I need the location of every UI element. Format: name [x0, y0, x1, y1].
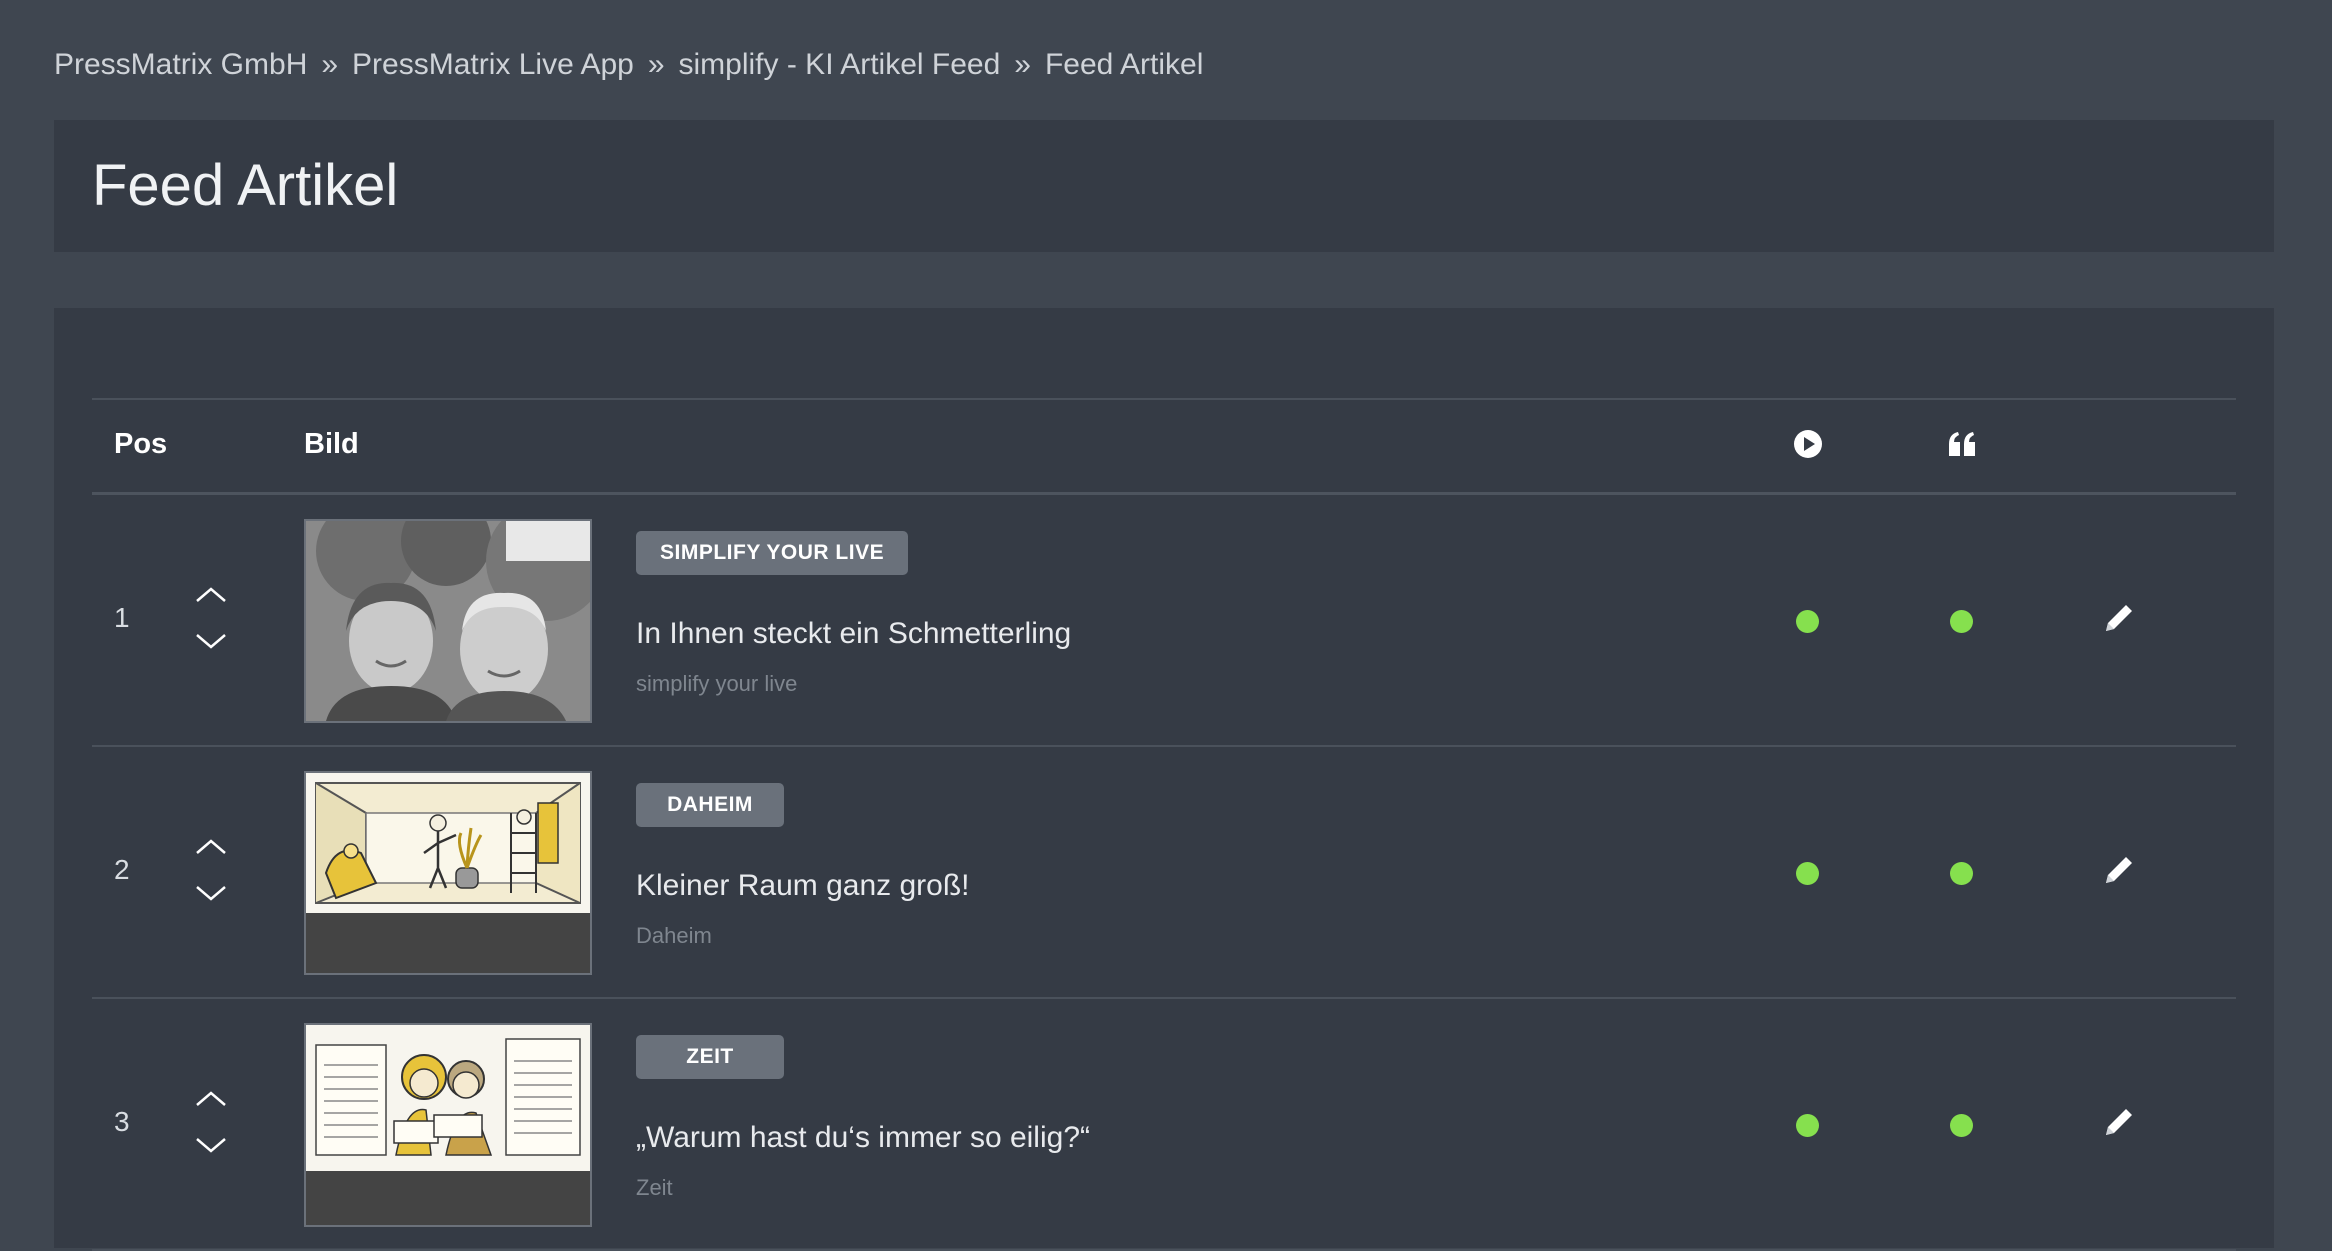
breadcrumb-separator: » — [647, 48, 665, 81]
article-category: Zeit — [636, 1175, 673, 1200]
reorder-controls — [192, 1085, 230, 1173]
pencil-icon[interactable] — [2102, 853, 2136, 887]
articles-table: Pos Bild 1 SIMPLIFY YOUR LIVE In Ihnen s… — [92, 398, 2236, 1251]
video-status-dot — [1796, 862, 1819, 885]
breadcrumb-item-app[interactable]: PressMatrix Live App — [352, 48, 634, 81]
breadcrumb: PressMatrix GmbH » PressMatrix Live App » si… — [54, 48, 1203, 82]
chevron-down-icon[interactable] — [192, 1129, 230, 1159]
illustration-calendars-image — [306, 1025, 590, 1225]
table-row: 1 SIMPLIFY YOUR LIVE In Ihnen steckt ein… — [92, 495, 2236, 747]
articles-panel: Pos Bild 1 SIMPLIFY YOUR LIVE In Ihnen s… — [54, 308, 2274, 1251]
row-position: 3 — [114, 1106, 130, 1137]
table-row: 3 ZEIT „Warum hast du‘s immer so eilig?“… — [92, 999, 2236, 1251]
article-title[interactable]: „Warum hast du‘s immer so eilig?“ — [636, 1121, 1090, 1155]
category-badge: ZEIT — [636, 1035, 784, 1079]
category-badge: DAHEIM — [636, 783, 784, 827]
play-circle-icon — [1794, 430, 1822, 458]
breadcrumb-item-company[interactable]: PressMatrix GmbH — [54, 48, 307, 81]
article-thumbnail[interactable] — [304, 771, 592, 975]
pencil-icon[interactable] — [2102, 1105, 2136, 1139]
illustration-room-image — [306, 773, 590, 973]
article-title[interactable]: Kleiner Raum ganz groß! — [636, 869, 970, 903]
column-header-bild[interactable]: Bild — [304, 428, 359, 461]
row-position: 1 — [114, 602, 130, 633]
breadcrumb-separator: » — [1014, 48, 1031, 81]
reorder-controls — [192, 581, 230, 669]
breadcrumb-item-feed[interactable]: simplify - KI Artikel Feed — [679, 48, 1001, 81]
reorder-controls — [192, 833, 230, 921]
column-header-pos[interactable]: Pos — [114, 428, 167, 461]
article-thumbnail[interactable] — [304, 1023, 592, 1227]
pencil-icon[interactable] — [2102, 601, 2136, 635]
video-status-dot — [1796, 1114, 1819, 1137]
video-status-dot — [1796, 610, 1819, 633]
breadcrumb-item-current: Feed Artikel — [1044, 48, 1204, 81]
quote-status-dot — [1950, 1114, 1973, 1137]
header-panel: Feed Artikel — [54, 120, 2274, 252]
article-title[interactable]: In Ihnen steckt ein Schmetterling — [636, 617, 1071, 651]
chevron-up-icon[interactable] — [192, 581, 230, 611]
quote-status-dot — [1950, 610, 1973, 633]
table-row: 2 DAHEIM Kleiner Raum ganz groß! Daheim — [92, 747, 2236, 999]
chevron-down-icon[interactable] — [192, 625, 230, 655]
article-thumbnail[interactable] — [304, 519, 592, 723]
photo-couple-image — [306, 521, 590, 721]
page-title: Feed Artikel — [92, 153, 399, 218]
chevron-down-icon[interactable] — [192, 877, 230, 907]
quote-icon — [1949, 432, 1975, 456]
article-category: Daheim — [636, 923, 712, 948]
table-header: Pos Bild — [92, 398, 2236, 495]
row-position: 2 — [114, 854, 130, 885]
category-badge: SIMPLIFY YOUR LIVE — [636, 531, 909, 575]
quote-status-dot — [1950, 862, 1973, 885]
chevron-up-icon[interactable] — [192, 1085, 230, 1115]
article-category: simplify your live — [636, 671, 798, 696]
breadcrumb-separator: » — [321, 48, 339, 81]
chevron-up-icon[interactable] — [192, 833, 230, 863]
